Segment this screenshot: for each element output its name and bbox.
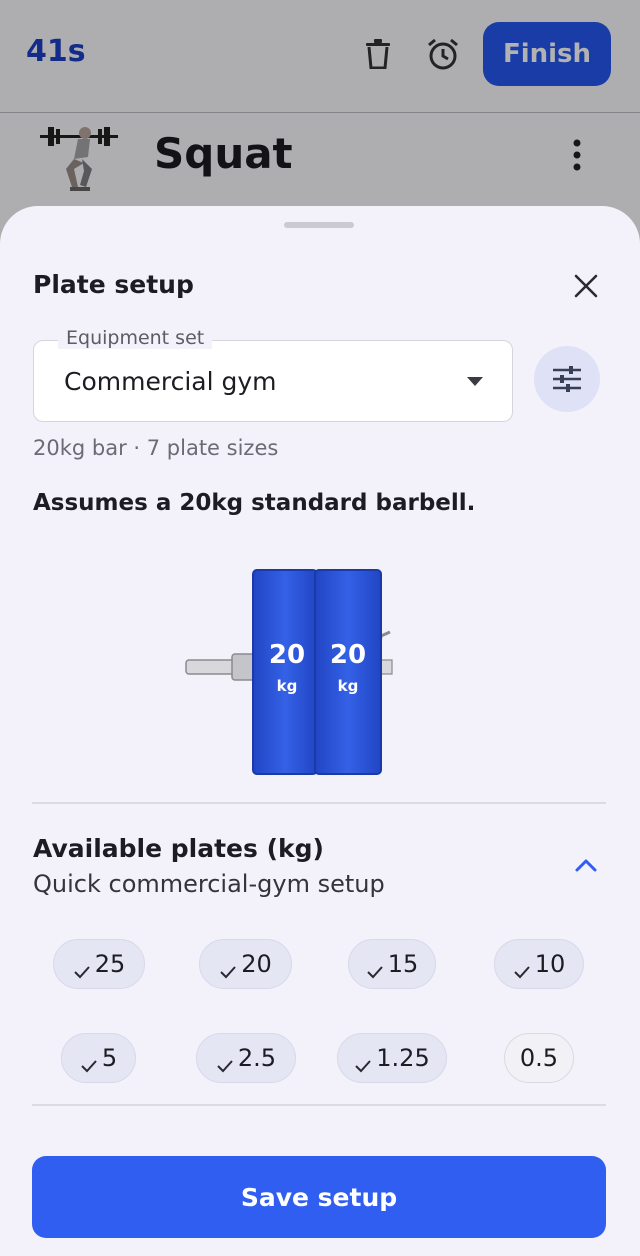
plate-unit-2: kg <box>338 677 359 695</box>
barbell-graphic: 20 kg 20 kg <box>185 569 393 775</box>
available-plates-title: Available plates (kg) <box>33 834 324 863</box>
equipment-set-value: Commercial gym <box>64 367 277 396</box>
check-icon <box>80 1051 98 1073</box>
plate-setup-sheet: Plate setup Equipment set Commercial gym… <box>0 206 640 1256</box>
check-icon <box>354 1051 372 1073</box>
equipment-set-label: Equipment set <box>58 327 213 349</box>
divider <box>32 1104 606 1106</box>
chevron-up-icon[interactable] <box>572 854 600 876</box>
plate-chip-20[interactable]: 20 <box>199 939 292 989</box>
barbell-preview: 20 kg 20 kg <box>184 566 400 776</box>
check-icon <box>219 957 237 979</box>
check-icon <box>513 957 531 979</box>
equipment-summary: 20kg bar · 7 plate sizes <box>33 436 279 460</box>
check-icon <box>216 1051 234 1073</box>
plate-chip-1-25[interactable]: 1.25 <box>337 1033 447 1083</box>
dropdown-caret-icon <box>467 377 483 386</box>
plate-chip-5[interactable]: 5 <box>61 1033 136 1083</box>
plate-chip-2-5[interactable]: 2.5 <box>196 1033 296 1083</box>
plate-chip-15[interactable]: 15 <box>348 939 436 989</box>
check-icon <box>73 957 91 979</box>
divider <box>32 802 606 804</box>
barbell-assumption: Assumes a 20kg standard barbell. <box>33 490 476 516</box>
plate-chip-10[interactable]: 10 <box>494 939 584 989</box>
sheet-title: Plate setup <box>33 270 194 299</box>
equipment-set-select[interactable]: Equipment set Commercial gym <box>33 327 513 422</box>
available-plates-subtitle: Quick commercial-gym setup <box>33 870 385 898</box>
save-setup-button[interactable]: Save setup <box>32 1156 606 1238</box>
drag-handle[interactable] <box>284 222 354 228</box>
plate-chip-25[interactable]: 25 <box>53 939 145 989</box>
plate-unit-1: kg <box>277 677 298 695</box>
plate-weight-2: 20 <box>330 640 366 670</box>
close-icon[interactable] <box>566 266 606 306</box>
check-icon <box>366 957 384 979</box>
plate-chip-0-5[interactable]: 0.5 <box>504 1033 574 1083</box>
tune-sliders-icon[interactable] <box>534 346 600 412</box>
plate-weight-1: 20 <box>269 640 305 670</box>
